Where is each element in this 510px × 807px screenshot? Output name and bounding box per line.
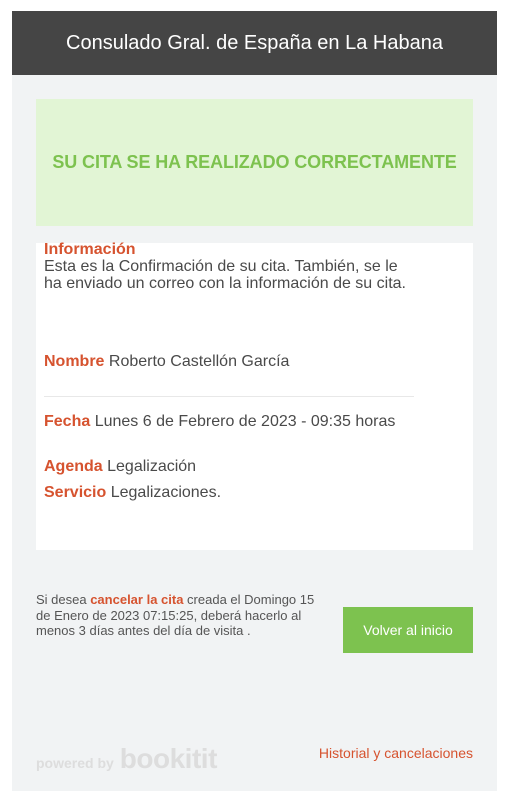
cancel-prefix: Si desea (36, 592, 91, 607)
back-to-home-button[interactable]: Volver al inicio (343, 607, 473, 653)
page-header: Consulado Gral. de España en La Habana (12, 11, 497, 75)
agenda-value: Legalización (107, 458, 197, 475)
agenda-row: Agenda Legalización (44, 458, 414, 476)
info-text: Esta es la Confirmación de su cita. Tamb… (44, 258, 406, 292)
app-frame: Consulado Gral. de España en La Habana S… (12, 11, 497, 791)
cancel-appointment-link[interactable]: cancelar la cita (90, 592, 183, 607)
servicio-value: Legalizaciones. (110, 484, 222, 501)
fecha-label: Fecha (44, 413, 91, 430)
info-section: Información Esta es la Confirmación de s… (44, 241, 414, 292)
nombre-row: Nombre Roberto Castellón García (44, 353, 414, 371)
nombre-label: Nombre (44, 353, 105, 370)
header-title: Consulado Gral. de España en La Habana (66, 31, 443, 54)
fecha-row: Fecha Lunes 6 de Febrero de 2023 - 09:35… (44, 413, 414, 431)
history-link[interactable]: Historial y cancelaciones (319, 745, 473, 761)
powered-by-text: powered by (36, 755, 114, 771)
success-message: SU CITA SE HA REALIZADO CORRECTAMENTE (52, 152, 457, 172)
cancel-notice: Si desea cancelar la cita creada el Domi… (36, 592, 316, 639)
divider (44, 396, 414, 397)
powered-by-logo: powered by bookitit (36, 743, 217, 775)
servicio-label: Servicio (44, 484, 107, 501)
bookitit-logo: bookitit (119, 743, 218, 774)
nombre-value: Roberto Castellón García (108, 353, 290, 370)
success-banner: SU CITA SE HA REALIZADO CORRECTAMENTE (36, 99, 473, 226)
info-label: Información (44, 241, 136, 258)
agenda-label: Agenda (44, 458, 103, 475)
servicio-row: Servicio Legalizaciones. (44, 484, 414, 502)
fecha-value: Lunes 6 de Febrero de 2023 - 09:35 horas (94, 413, 396, 430)
